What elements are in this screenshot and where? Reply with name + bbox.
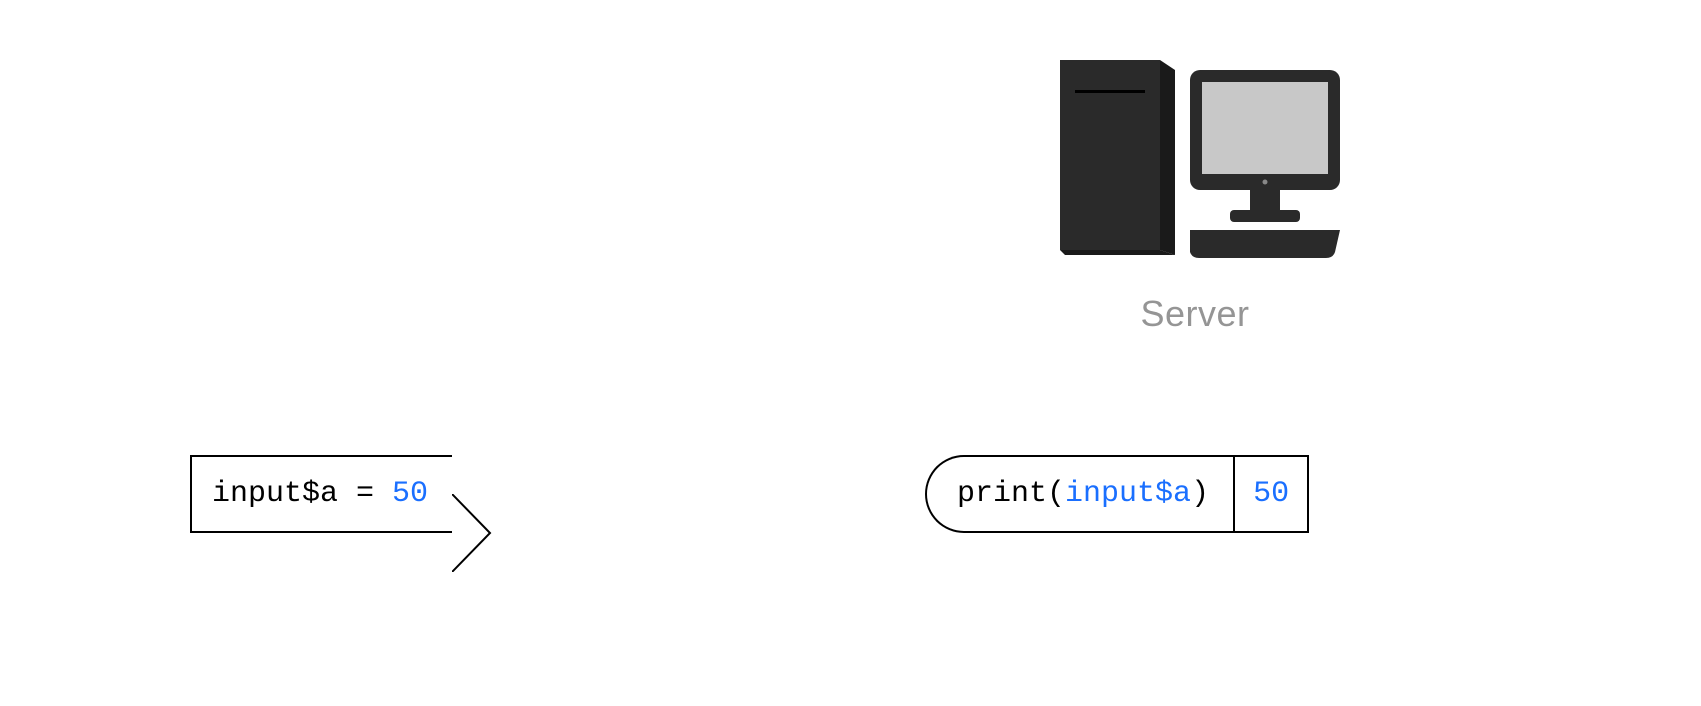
server-label: Server (1020, 293, 1370, 335)
input-assignment-box: input$a = 50 (190, 455, 452, 533)
print-expression-box: print(input$a) 50 (925, 455, 1309, 533)
print-suffix: ) (1191, 477, 1209, 511)
server-computer-icon (1050, 50, 1340, 275)
input-assignment-code: input$a = 50 (190, 455, 452, 533)
print-arg: input$a (1065, 477, 1191, 511)
print-prefix: print( (957, 477, 1065, 511)
print-result: 50 (1233, 455, 1309, 533)
server-block: Server (1020, 50, 1370, 335)
code-value: 50 (392, 477, 428, 511)
code-prefix: input$a = (212, 477, 392, 511)
print-expression-code: print(input$a) (925, 455, 1233, 533)
